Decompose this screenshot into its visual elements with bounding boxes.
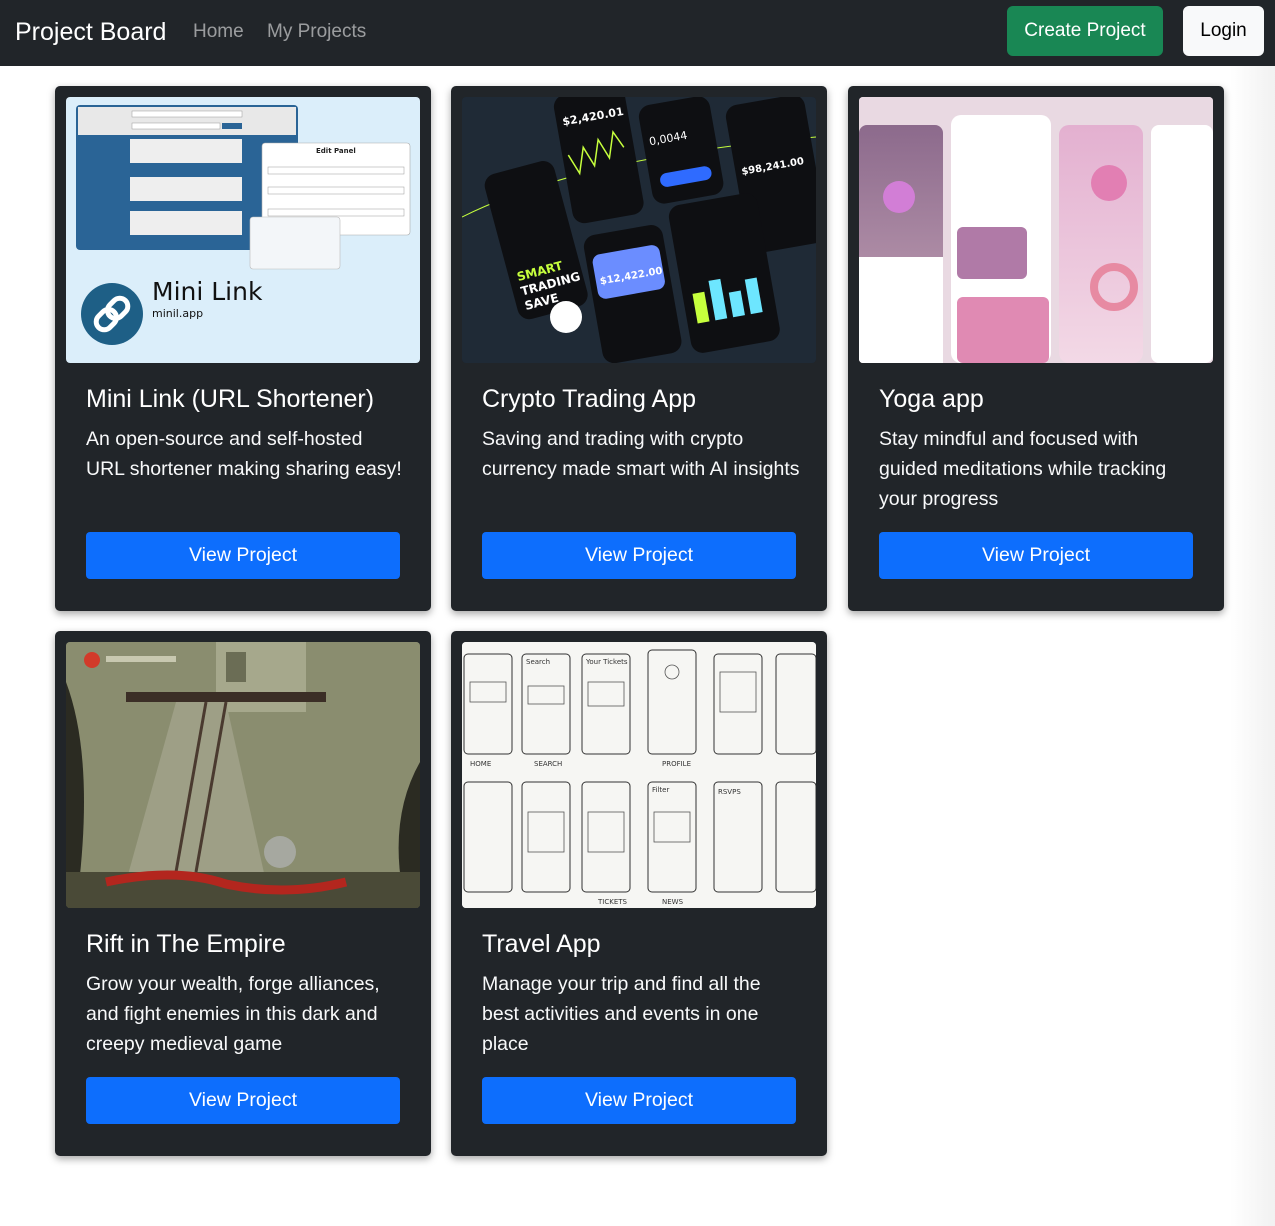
project-card-rift: Rift in The Empire Grow your wealth, for… [55, 631, 431, 1156]
project-title: Mini Link (URL Shortener) [86, 385, 375, 413]
project-title: Yoga app [879, 385, 984, 413]
login-button[interactable]: Login [1183, 6, 1264, 56]
view-project-button[interactable]: View Project [86, 532, 400, 579]
view-project-button[interactable]: View Project [879, 532, 1193, 579]
project-image-crypto: SMART TRADING SAVE $2,420.01 0,0044 $98,… [462, 97, 816, 363]
edit-panel-label: Edit Panel [316, 147, 356, 155]
project-title: Travel App [482, 930, 601, 958]
project-title: Crypto Trading App [482, 385, 697, 413]
nav-home-link[interactable]: Home [193, 19, 244, 45]
travel-label-tickets: Your Tickets [585, 658, 628, 666]
travel-label-filter: Filter [652, 786, 669, 794]
project-image-mini-link: Edit Panel Mini Link minil.app [66, 97, 420, 363]
mini-link-domain: minil.app [152, 307, 203, 320]
project-card-travel: Search Your Tickets RSVPS Filter HOME SE… [451, 631, 827, 1156]
project-card-crypto: SMART TRADING SAVE $2,420.01 0,0044 $98,… [451, 86, 827, 611]
brand-title[interactable]: Project Board [15, 15, 166, 49]
project-card-yoga: Yoga app Stay mindful and focused with g… [848, 86, 1224, 611]
view-project-button[interactable]: View Project [482, 532, 796, 579]
navbar: Project Board Home My Projects Create Pr… [0, 0, 1275, 66]
travel-label-rsvps: RSVPS [718, 788, 741, 796]
travel-label-news: NEWS [662, 898, 684, 906]
project-description: Manage your trip and find all the best a… [482, 973, 761, 1055]
travel-label-home: HOME [470, 760, 491, 768]
mini-link-logo-text: Mini Link [152, 277, 263, 306]
project-description: Stay mindful and focused with guided med… [879, 428, 1167, 510]
project-description: Saving and trading with crypto currency … [482, 428, 800, 480]
project-card-mini-link: Edit Panel Mini Link minil.app Mini Link… [55, 86, 431, 611]
travel-label-search: Search [526, 658, 550, 666]
nav-my-projects-link[interactable]: My Projects [267, 19, 366, 45]
project-image-yoga [859, 97, 1213, 363]
travel-label-search-tab: SEARCH [534, 760, 562, 768]
create-project-button[interactable]: Create Project [1007, 6, 1163, 56]
travel-label-profile: PROFILE [662, 760, 691, 768]
project-image-rift [66, 642, 420, 908]
page-edge-shadow [1230, 66, 1275, 1226]
view-project-button[interactable]: View Project [86, 1077, 400, 1124]
project-title: Rift in The Empire [86, 930, 286, 958]
project-image-travel: Search Your Tickets RSVPS Filter HOME SE… [462, 642, 816, 908]
project-description: An open-source and self-hosted URL short… [86, 428, 402, 480]
view-project-button[interactable]: View Project [482, 1077, 796, 1124]
project-description: Grow your wealth, forge alliances, and f… [86, 973, 380, 1055]
travel-label-tickets-tab: TICKETS [597, 898, 628, 906]
